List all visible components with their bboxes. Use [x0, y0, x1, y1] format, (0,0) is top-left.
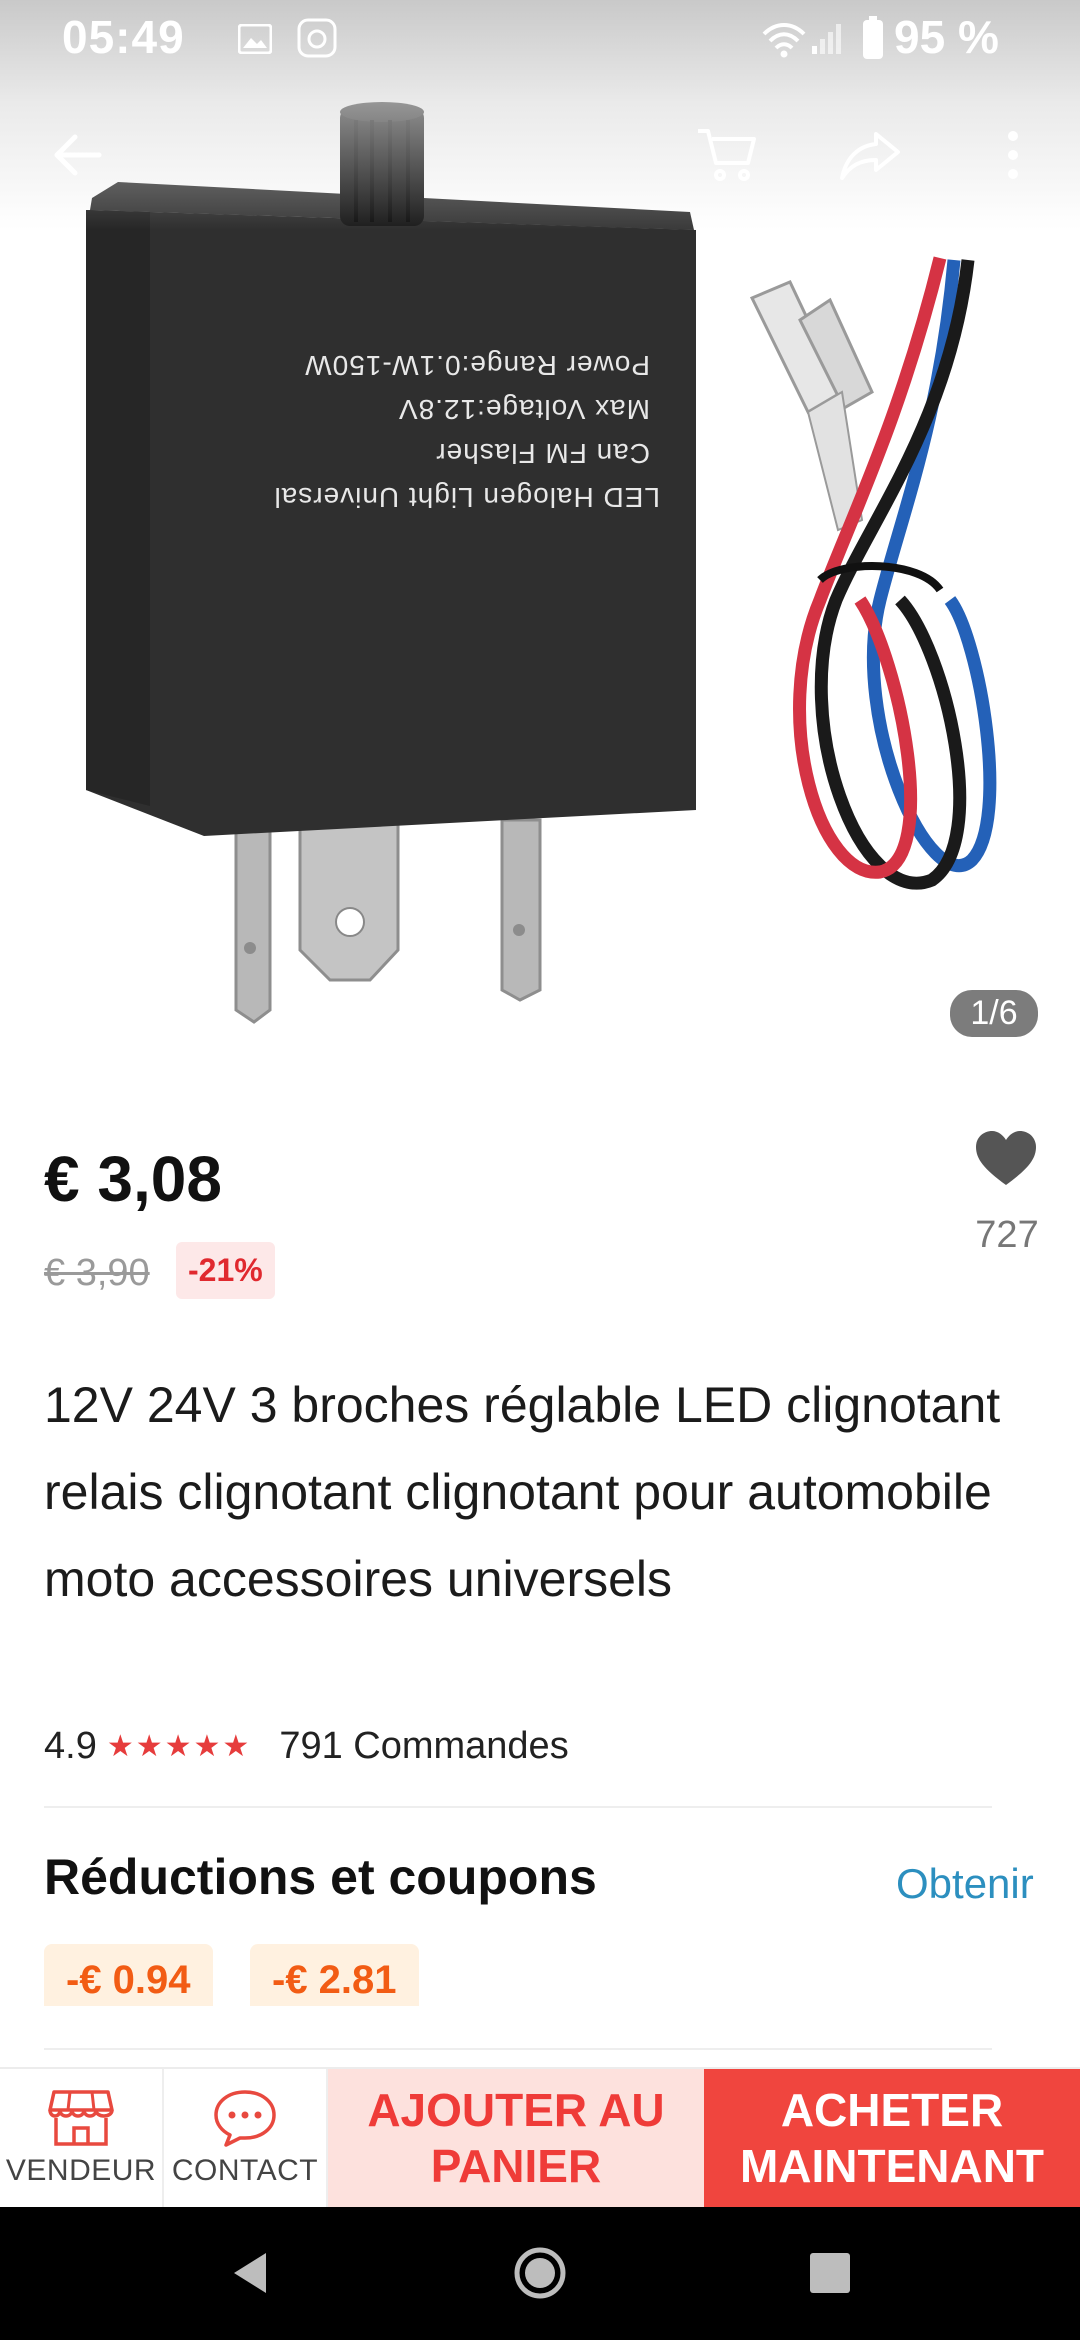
contact-label: CONTACT — [171, 2154, 319, 2187]
back-arrow-icon — [54, 134, 102, 176]
original-price: € 3,90 — [44, 1252, 150, 1294]
coupons-section-title: Réductions et coupons — [44, 1849, 597, 1905]
bottom-action-bar: VENDEUR CONTACT AJOUTER AU PANIER ACHETE… — [0, 2067, 1080, 2207]
current-price: € 3,08 — [44, 1143, 222, 1215]
system-navigation-bar — [0, 2207, 1080, 2340]
product-title: 12V 24V 3 broches réglable LED clignotan… — [44, 1377, 1001, 1607]
top-nav — [0, 110, 1080, 200]
discount-badge: -21% — [176, 1242, 275, 1299]
get-coupons-link[interactable]: Obtenir — [896, 1860, 1034, 1908]
store-icon — [48, 2090, 114, 2146]
more-vertical-icon — [1008, 131, 1018, 179]
cart-button[interactable] — [682, 110, 772, 200]
divider — [44, 2048, 992, 2050]
battery-percent: 95 % — [894, 11, 999, 63]
more-options-button[interactable] — [968, 110, 1058, 200]
store-button[interactable]: VENDEUR — [0, 2069, 164, 2207]
triangle-back-icon — [234, 2253, 266, 2293]
coupon-chip[interactable]: -€ 2.81 — [250, 1944, 419, 2006]
wishlist-count: 727 — [975, 1214, 1039, 1256]
cart-icon — [698, 129, 756, 181]
wifi-icon — [762, 23, 806, 58]
app-notification-icon — [297, 18, 337, 58]
label-line-2: Can FM Flasher — [435, 438, 650, 469]
heart-icon[interactable] — [974, 1128, 1038, 1188]
gallery-notification-icon — [238, 24, 272, 54]
system-recents-button[interactable] — [798, 2241, 862, 2305]
store-label: VENDEUR — [5, 2154, 157, 2187]
system-back-button[interactable] — [218, 2241, 282, 2305]
system-home-button[interactable] — [508, 2241, 572, 2305]
label-line-1: LED Halogen Light Universal — [273, 482, 660, 513]
add-to-cart-button[interactable]: AJOUTER AU PANIER — [328, 2069, 704, 2207]
share-button[interactable] — [826, 110, 916, 200]
rating-row[interactable]: 4.9 ★★★★★ 791 Commandes — [44, 1722, 569, 1770]
contact-button[interactable]: CONTACT — [164, 2069, 328, 2207]
back-button[interactable] — [32, 110, 122, 200]
divider — [44, 1806, 992, 1808]
battery-icon — [863, 16, 883, 59]
square-recents-icon — [810, 2253, 850, 2293]
status-bar: 05:49 95 % — [0, 0, 1080, 80]
rating-value: 4.9 — [44, 1724, 97, 1767]
share-icon — [840, 132, 900, 180]
chat-icon — [214, 2090, 276, 2147]
buy-now-label: ACHETER MAINTENANT — [739, 2084, 1045, 2192]
circle-home-icon — [514, 2247, 566, 2299]
order-count: 791 Commandes — [279, 1724, 569, 1767]
buy-now-button[interactable]: ACHETER MAINTENANT — [704, 2069, 1080, 2207]
rating-stars: ★★★★★ — [106, 1729, 252, 1763]
label-line-3: Max Voltage:12.8V — [398, 394, 650, 425]
add-to-cart-label: AJOUTER AU PANIER — [367, 2084, 665, 2192]
status-time: 05:49 — [62, 11, 185, 63]
signal-icon — [812, 24, 841, 54]
coupon-chip[interactable]: -€ 0.94 — [44, 1944, 213, 2006]
label-line-4: Power Range:0.1W-150W — [304, 350, 650, 381]
image-counter: 1/6 — [950, 990, 1038, 1037]
